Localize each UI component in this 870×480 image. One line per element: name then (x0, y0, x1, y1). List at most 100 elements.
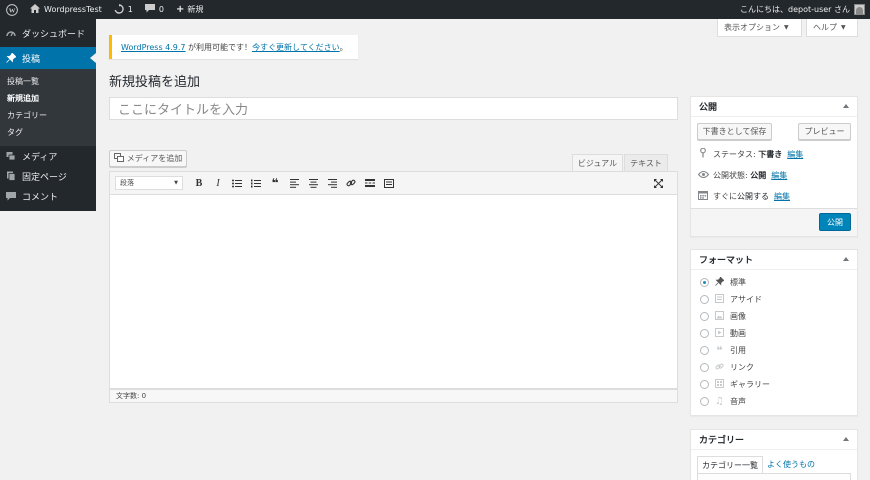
new-content-link[interactable]: + 新規 (170, 0, 209, 19)
radio-button[interactable] (700, 346, 709, 355)
category-box-header[interactable]: カテゴリー (691, 430, 857, 450)
update-now-link[interactable]: 今すぐ更新してください (252, 42, 340, 53)
bulleted-list-icon[interactable] (230, 176, 244, 190)
comment-bubble-icon (144, 4, 155, 15)
version-link[interactable]: WordPress 4.9.7 (121, 43, 186, 52)
format-box: フォーマット 標準 アサイド 画像 動画 ❝ 引用 リンク ギャラリー ♫ 音声 (690, 249, 858, 416)
category-box: カテゴリー カテゴリー一覧 よく使うもの (690, 429, 858, 480)
format-option-label: 音声 (730, 397, 746, 406)
page-title: 新規投稿を追加 (109, 75, 201, 90)
align-center-icon[interactable] (306, 176, 320, 190)
radio-button[interactable] (700, 380, 709, 389)
add-media-button[interactable]: メディアを追加 (109, 150, 187, 167)
menu-item-pages[interactable]: 固定ページ (0, 166, 96, 186)
screen-options-button[interactable]: 表示オプション ▼ (717, 19, 802, 37)
radio-button[interactable] (700, 397, 709, 406)
site-name-link[interactable]: WordpressTest (24, 0, 108, 19)
link-icon[interactable] (344, 176, 358, 190)
comments-link[interactable]: 0 (139, 0, 170, 19)
tab-popular-categories[interactable]: よく使うもの (763, 456, 819, 473)
format-option-label: アサイド (730, 295, 762, 304)
pushpin-icon (6, 53, 16, 63)
save-draft-label: 下書きとして保存 (702, 127, 767, 136)
video-icon (714, 327, 725, 340)
schedule-edit-link[interactable]: 編集 (774, 191, 790, 202)
collapse-caret-icon[interactable] (843, 104, 849, 108)
wordpress-logo-icon[interactable]: W (0, 0, 24, 19)
menu-item-comments[interactable]: コメント (0, 186, 96, 206)
gallery-icon (714, 378, 725, 391)
tab-all-categories-label: カテゴリー一覧 (702, 460, 758, 470)
read-more-icon[interactable] (363, 176, 377, 190)
aside-icon (714, 293, 725, 306)
save-draft-button[interactable]: 下書きとして保存 (697, 123, 772, 140)
updates-count: 1 (127, 5, 133, 14)
menu-item-media[interactable]: メディア (0, 146, 96, 166)
format-option-link[interactable]: リンク (691, 359, 857, 376)
blockquote-icon[interactable]: ❝ (268, 176, 282, 190)
preview-button[interactable]: プレビュー (798, 123, 851, 140)
format-select-value: 段落 (120, 179, 134, 187)
radio-button[interactable] (700, 278, 709, 287)
toolbar-toggle-icon[interactable] (382, 176, 396, 190)
pages-icon (6, 171, 16, 181)
radio-button[interactable] (700, 295, 709, 304)
format-option-quote[interactable]: ❝ 引用 (691, 342, 857, 359)
format-option-video[interactable]: 動画 (691, 325, 857, 342)
radio-button[interactable] (700, 312, 709, 321)
italic-icon[interactable]: I (211, 176, 225, 190)
notice-text: が利用可能です！ (185, 42, 253, 52)
align-right-icon[interactable] (325, 176, 339, 190)
radio-button[interactable] (700, 363, 709, 372)
status-edit-link[interactable]: 編集 (787, 149, 803, 160)
music-note-icon: ♫ (715, 396, 724, 407)
svg-text:W: W (9, 7, 16, 14)
submenu-categories[interactable]: カテゴリー (0, 107, 96, 124)
post-title-input[interactable]: ここにタイトルを入力 (109, 97, 678, 120)
format-option-standard[interactable]: 標準 (691, 274, 857, 291)
updates-link[interactable]: 1 (108, 0, 139, 19)
format-box-header[interactable]: フォーマット (691, 250, 857, 270)
format-option-label: 動画 (730, 329, 746, 338)
menu-label-posts: 投稿 (22, 54, 41, 65)
format-select[interactable]: 段落 ▼ (115, 176, 183, 190)
format-option-aside[interactable]: アサイド (691, 291, 857, 308)
caret-down-icon: ▼ (174, 180, 178, 186)
editor-status-bar: 文字数: 0 (109, 389, 678, 403)
link-icon (714, 362, 725, 374)
align-left-icon[interactable] (287, 176, 301, 190)
publish-actions: 公開 (691, 208, 857, 236)
format-option-label: 画像 (730, 312, 746, 321)
pin-icon (698, 147, 708, 161)
tab-text[interactable]: テキスト (624, 154, 668, 171)
numbered-list-icon[interactable] (249, 176, 263, 190)
menu-label-pages: 固定ページ (22, 172, 67, 183)
publish-button[interactable]: 公開 (819, 213, 851, 231)
format-option-image[interactable]: 画像 (691, 308, 857, 325)
account-menu[interactable]: こんにちは、depot-user さん (740, 4, 870, 15)
submenu-add-new[interactable]: 新規追加 (0, 90, 96, 107)
preview-label: プレビュー (804, 127, 845, 136)
format-option-gallery[interactable]: ギャラリー (691, 376, 857, 393)
collapse-caret-icon[interactable] (843, 437, 849, 441)
fullscreen-icon[interactable] (651, 176, 665, 190)
help-button[interactable]: ヘルプ ▼ (806, 19, 858, 37)
publish-box-header[interactable]: 公開 (691, 97, 857, 117)
site-name: WordpressTest (44, 5, 102, 14)
avatar (854, 4, 865, 15)
tab-visual[interactable]: ビジュアル (572, 154, 623, 171)
visibility-edit-link[interactable]: 編集 (771, 170, 787, 181)
menu-item-dashboard[interactable]: ダッシュボード (0, 19, 96, 47)
format-option-label: 標準 (730, 278, 746, 287)
submenu-all-posts[interactable]: 投稿一覧 (0, 73, 96, 90)
format-option-audio[interactable]: ♫ 音声 (691, 393, 857, 410)
editor-toolbar: 段落 ▼ B I ❝ (109, 171, 678, 195)
collapse-caret-icon[interactable] (843, 257, 849, 261)
radio-button[interactable] (700, 329, 709, 338)
bold-icon[interactable]: B (192, 176, 206, 190)
submenu-tags[interactable]: タグ (0, 124, 96, 141)
editor-content-area[interactable] (109, 195, 678, 389)
tab-popular-categories-label: よく使うもの (767, 460, 815, 469)
menu-item-posts[interactable]: 投稿 (0, 47, 96, 69)
tab-all-categories[interactable]: カテゴリー一覧 (697, 456, 763, 473)
